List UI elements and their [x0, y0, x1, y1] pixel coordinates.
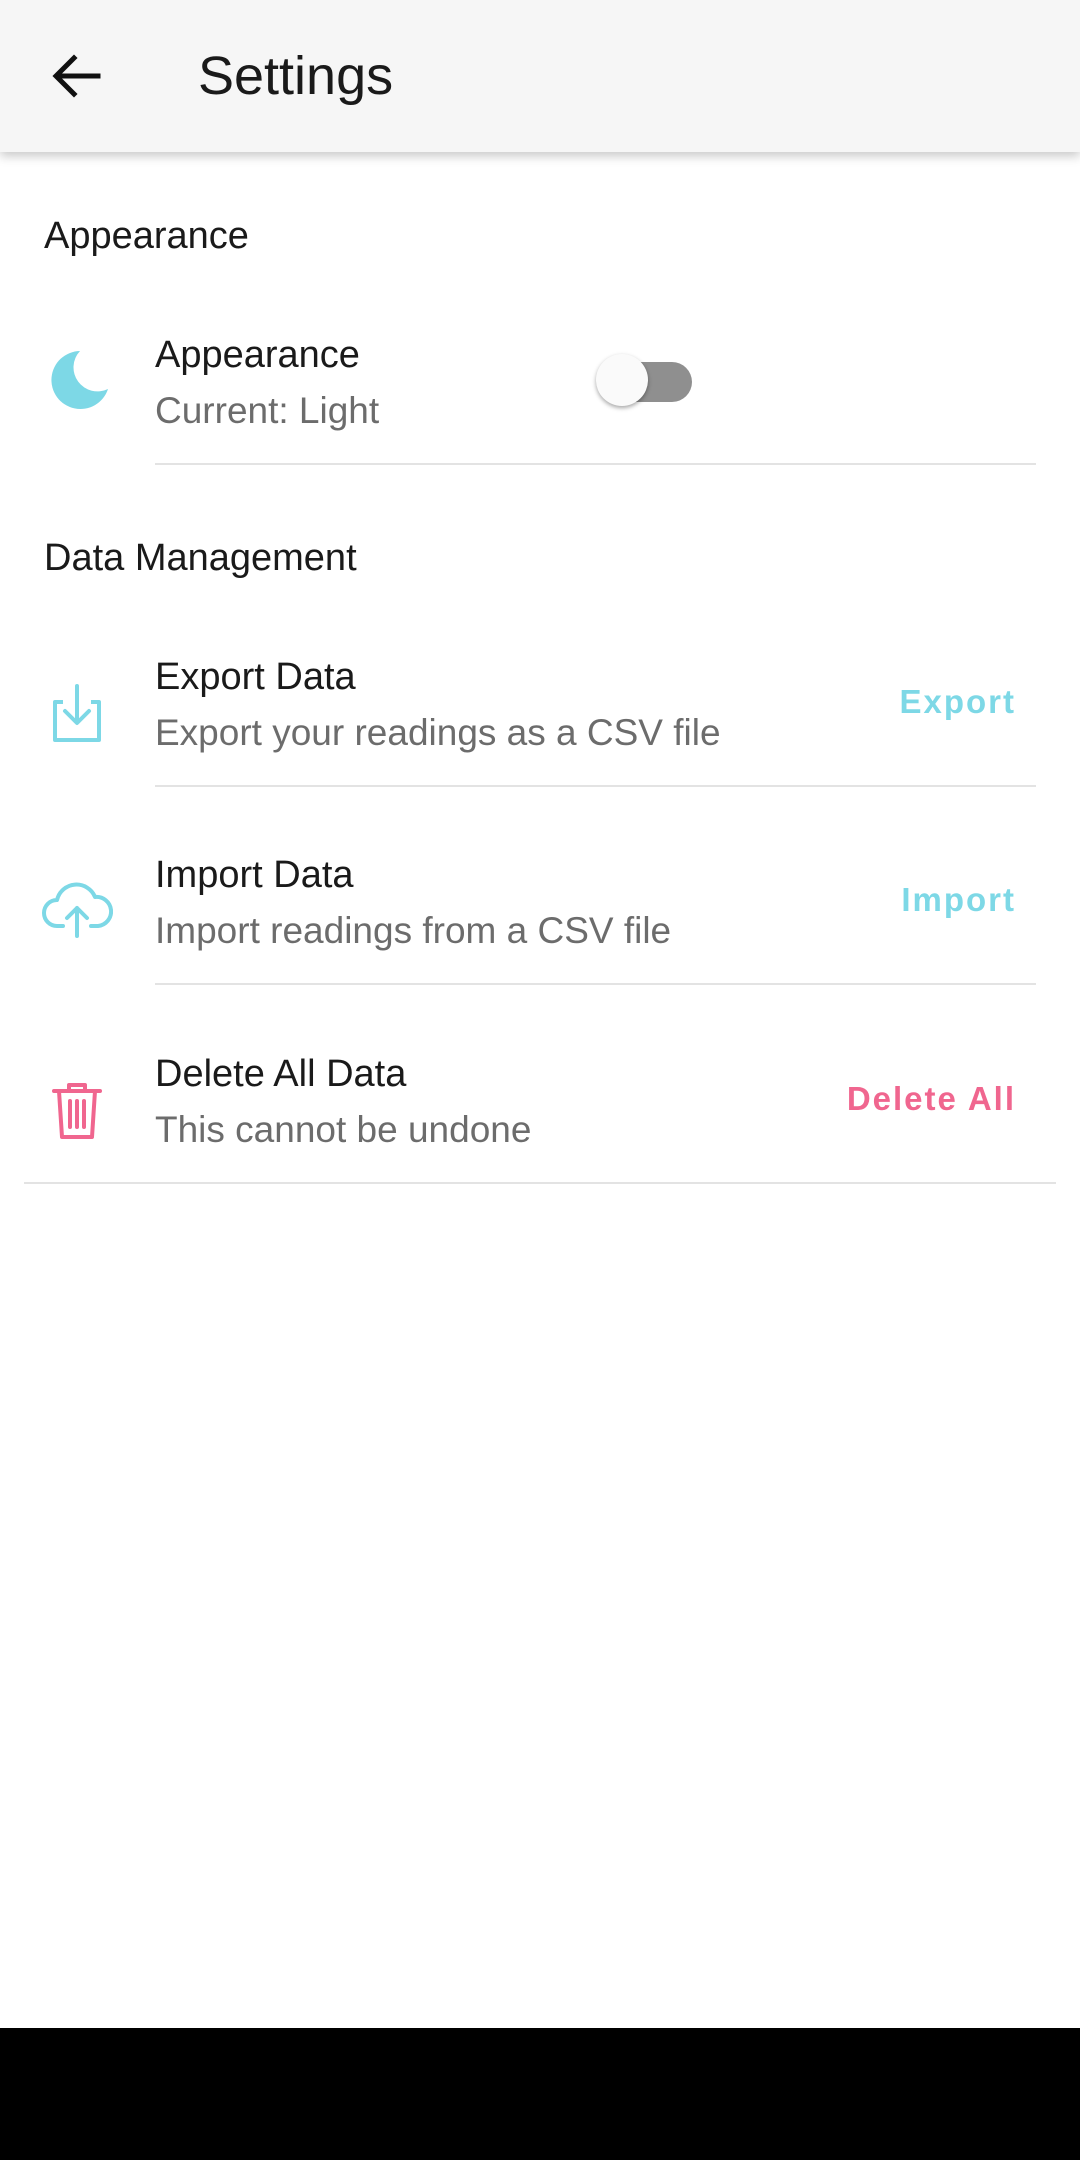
divider [155, 983, 1036, 985]
export-button[interactable]: Export [899, 679, 1016, 725]
system-navigation-bar [0, 2028, 1080, 2160]
appearance-title: Appearance [155, 334, 360, 376]
appearance-row[interactable]: Appearance Current: Light [0, 320, 1080, 464]
page-title: Settings [198, 46, 394, 106]
delete-all-button[interactable]: Delete All [847, 1076, 1016, 1122]
back-button[interactable] [40, 46, 112, 106]
divider [24, 1182, 1056, 1184]
import-row: Import Data Import readings from a CSV f… [0, 840, 1080, 984]
cloud-upload-icon [40, 873, 114, 947]
toggle-thumb [596, 354, 648, 406]
import-title: Import Data [155, 854, 354, 896]
app-bar: Settings [0, 0, 1080, 152]
import-subtitle: Import readings from a CSV file [155, 910, 672, 951]
delete-title: Delete All Data [155, 1053, 407, 1095]
appearance-subtitle: Current: Light [155, 390, 380, 431]
delete-row: Delete All Data This cannot be undone De… [0, 1039, 1080, 1183]
divider [155, 463, 1036, 465]
download-icon [40, 677, 114, 751]
export-title: Export Data [155, 656, 356, 698]
divider [155, 785, 1036, 787]
export-subtitle: Export your readings as a CSV file [155, 712, 721, 753]
delete-subtitle: This cannot be undone [155, 1109, 532, 1150]
section-title-data-management: Data Management [44, 537, 357, 579]
export-row: Export Data Export your readings as a CS… [0, 642, 1080, 786]
trash-icon [40, 1073, 114, 1147]
section-title-appearance: Appearance [44, 215, 249, 257]
moon-icon [40, 343, 114, 417]
import-button[interactable]: Import [901, 877, 1016, 923]
appearance-toggle[interactable] [596, 350, 696, 410]
arrow-left-icon [52, 54, 101, 98]
